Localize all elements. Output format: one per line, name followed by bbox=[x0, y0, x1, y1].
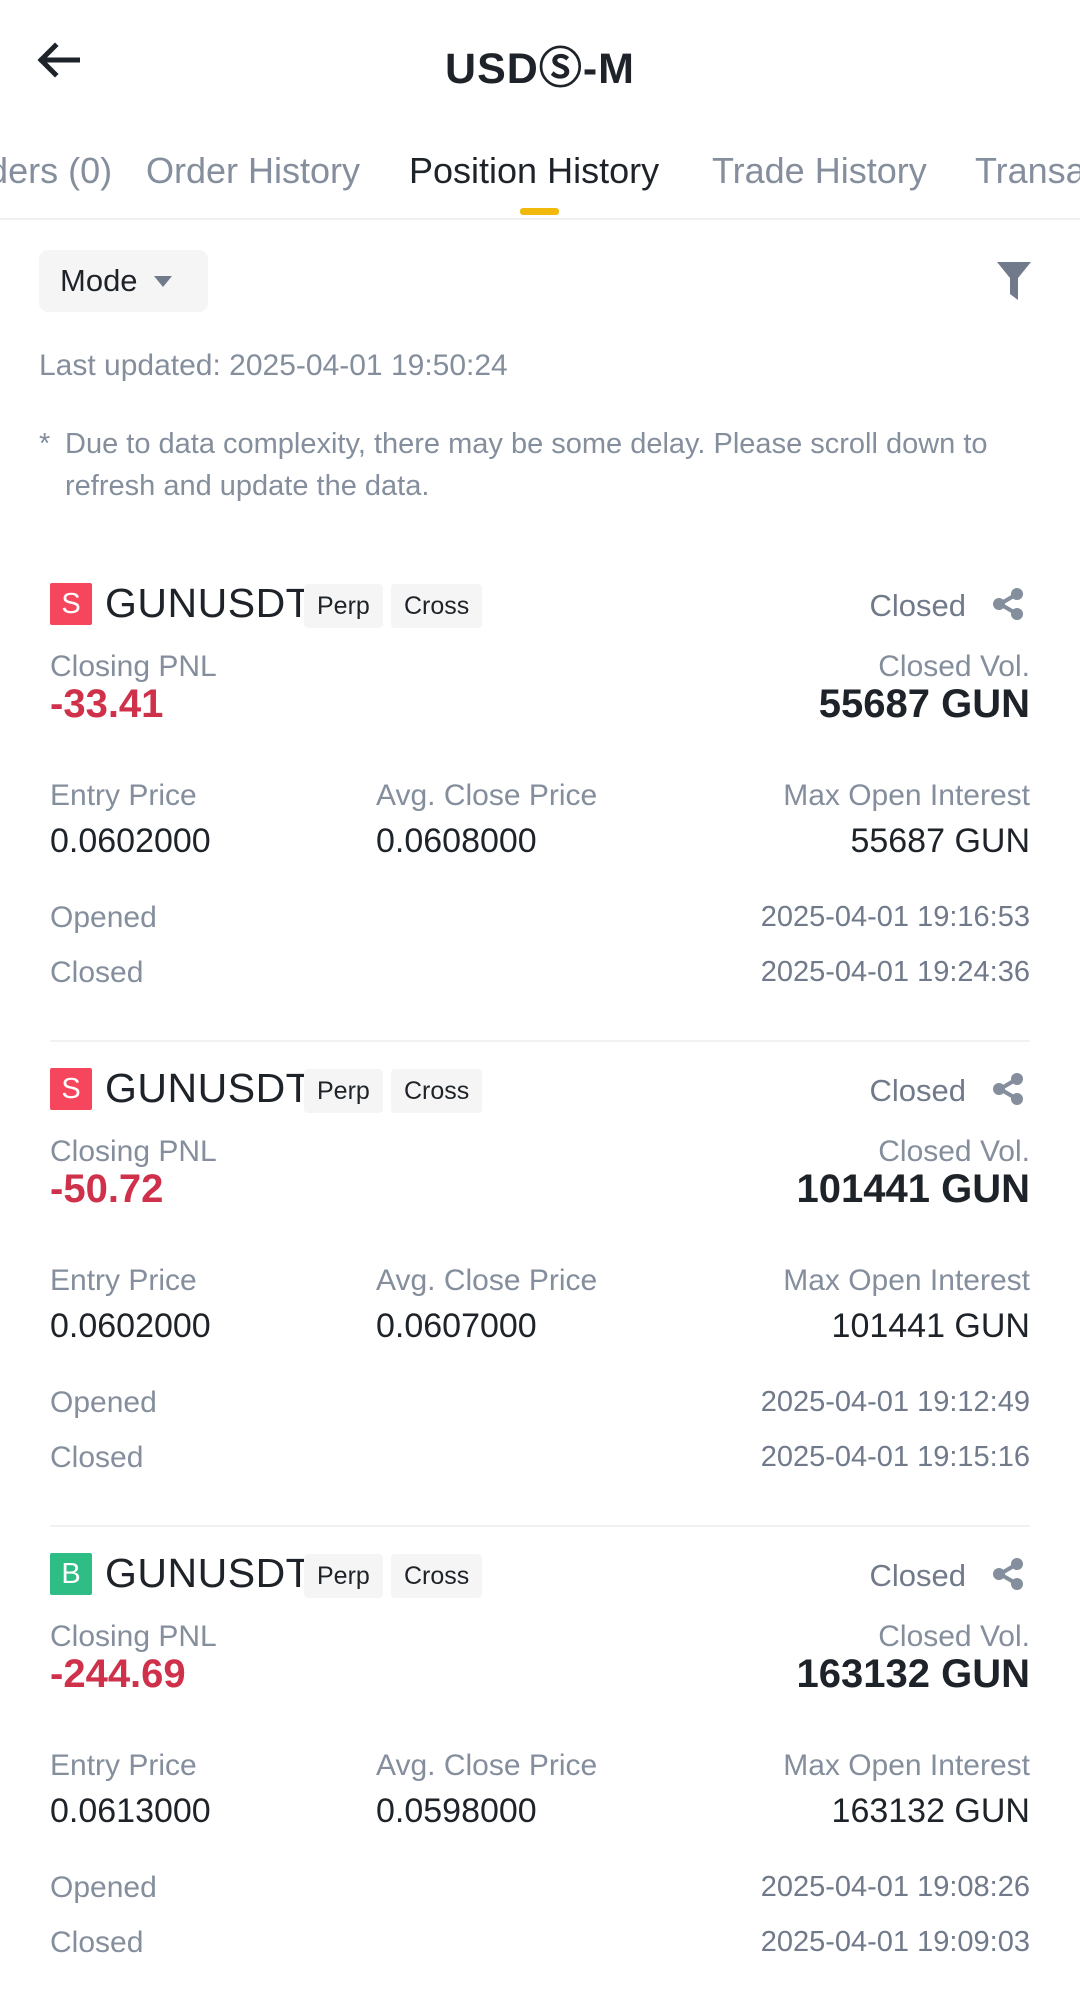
avg-close-price-value: 0.0598000 bbox=[376, 1792, 537, 1830]
avg-close-price-label: Avg. Close Price bbox=[376, 779, 598, 812]
closed-vol-label: Closed Vol. bbox=[878, 1620, 1030, 1653]
position-symbol: GUNUSDT bbox=[105, 1550, 312, 1596]
tag-cross: Cross bbox=[391, 584, 483, 628]
max-open-interest-value: 55687 GUN bbox=[850, 822, 1030, 860]
closed-vol-label: Closed Vol. bbox=[878, 1135, 1030, 1168]
tag-cross: Cross bbox=[391, 1069, 483, 1113]
toolbar: Mode bbox=[0, 220, 1080, 320]
opened-time: 2025-04-01 19:12:49 bbox=[760, 1386, 1030, 1418]
share-icon bbox=[993, 588, 1023, 620]
card-divider bbox=[50, 1525, 1030, 1527]
side-badge-short: S bbox=[50, 583, 92, 625]
entry-price-value: 0.0602000 bbox=[50, 822, 211, 860]
closed-time: 2025-04-01 19:24:36 bbox=[760, 956, 1030, 988]
closed-label: Closed bbox=[50, 1926, 144, 1959]
max-open-interest-label: Max Open Interest bbox=[783, 1264, 1030, 1297]
closing-pnl-label: Closing PNL bbox=[50, 1620, 217, 1653]
closing-pnl-value: -33.41 bbox=[50, 682, 164, 726]
closed-time: 2025-04-01 19:09:03 bbox=[760, 1926, 1030, 1958]
avg-close-price-label: Avg. Close Price bbox=[376, 1264, 598, 1297]
entry-price-label: Entry Price bbox=[50, 1749, 197, 1782]
data-delay-notice: * Due to data complexity, there may be s… bbox=[39, 423, 999, 507]
opened-time: 2025-04-01 19:08:26 bbox=[760, 1871, 1030, 1903]
share-button[interactable] bbox=[990, 1556, 1026, 1592]
tag-perp: Perp bbox=[304, 1554, 383, 1598]
filter-icon bbox=[997, 262, 1031, 300]
notice-asterisk: * bbox=[39, 428, 51, 460]
active-tab-indicator bbox=[520, 208, 559, 215]
avg-close-price-value: 0.0608000 bbox=[376, 822, 537, 860]
side-badge-short: S bbox=[50, 1068, 92, 1110]
closing-pnl-value: -244.69 bbox=[50, 1652, 186, 1696]
share-button[interactable] bbox=[990, 1071, 1026, 1107]
max-open-interest-label: Max Open Interest bbox=[783, 779, 1030, 812]
closing-pnl-label: Closing PNL bbox=[50, 650, 217, 683]
closed-vol-value: 55687 GUN bbox=[818, 682, 1030, 726]
entry-price-value: 0.0613000 bbox=[50, 1792, 211, 1830]
share-button[interactable] bbox=[990, 586, 1026, 622]
max-open-interest-value: 101441 GUN bbox=[831, 1307, 1030, 1345]
position-card[interactable]: S GUNUSDT Perp Cross Closed Closing PNL … bbox=[50, 568, 1030, 1042]
entry-price-value: 0.0602000 bbox=[50, 1307, 211, 1345]
share-icon bbox=[993, 1558, 1023, 1590]
closed-vol-value: 101441 GUN bbox=[796, 1167, 1030, 1211]
position-status: Closed bbox=[869, 588, 967, 623]
closed-label: Closed bbox=[50, 956, 144, 989]
opened-label: Opened bbox=[50, 1871, 157, 1904]
max-open-interest-value: 163132 GUN bbox=[831, 1792, 1030, 1830]
position-status: Closed bbox=[869, 1558, 967, 1593]
tab-trade-history[interactable]: Trade History bbox=[712, 150, 927, 192]
tab-bar: Open Orders (0) Order History Position H… bbox=[0, 120, 1080, 220]
side-badge-long: B bbox=[50, 1553, 92, 1595]
page-title: USDⓈ-M bbox=[445, 45, 635, 93]
position-card[interactable]: B GUNUSDT Perp Cross Closed Closing PNL … bbox=[50, 1538, 1030, 2008]
entry-price-label: Entry Price bbox=[50, 779, 197, 812]
avg-close-price-label: Avg. Close Price bbox=[376, 1749, 598, 1782]
filter-button[interactable] bbox=[995, 258, 1033, 304]
closed-time: 2025-04-01 19:15:16 bbox=[760, 1441, 1030, 1473]
closed-vol-label: Closed Vol. bbox=[878, 650, 1030, 683]
closed-label: Closed bbox=[50, 1441, 144, 1474]
share-icon bbox=[993, 1073, 1023, 1105]
tab-transaction-history[interactable]: Transaction History bbox=[975, 150, 1080, 192]
opened-label: Opened bbox=[50, 1386, 157, 1419]
mode-dropdown[interactable]: Mode bbox=[39, 250, 208, 312]
app-header: USDⓈ-M bbox=[0, 0, 1080, 120]
max-open-interest-label: Max Open Interest bbox=[783, 1749, 1030, 1782]
position-status: Closed bbox=[869, 1073, 967, 1108]
tag-perp: Perp bbox=[304, 584, 383, 628]
position-card[interactable]: S GUNUSDT Perp Cross Closed Closing PNL … bbox=[50, 1053, 1030, 1527]
last-updated: Last updated: 2025-04-01 19:50:24 bbox=[39, 349, 508, 382]
mode-label: Mode bbox=[60, 263, 138, 298]
avg-close-price-value: 0.0607000 bbox=[376, 1307, 537, 1345]
tag-perp: Perp bbox=[304, 1069, 383, 1113]
entry-price-label: Entry Price bbox=[50, 1264, 197, 1297]
opened-time: 2025-04-01 19:16:53 bbox=[760, 901, 1030, 933]
card-divider bbox=[50, 1040, 1030, 1042]
position-symbol: GUNUSDT bbox=[105, 1065, 312, 1111]
opened-label: Opened bbox=[50, 901, 157, 934]
notice-text: Due to data complexity, there may be som… bbox=[65, 428, 988, 502]
tab-order-history[interactable]: Order History bbox=[146, 150, 360, 192]
closing-pnl-value: -50.72 bbox=[50, 1167, 164, 1211]
tab-open-orders[interactable]: Open Orders (0) bbox=[0, 150, 112, 192]
tag-cross: Cross bbox=[391, 1554, 483, 1598]
position-symbol: GUNUSDT bbox=[105, 580, 312, 626]
closed-vol-value: 163132 GUN bbox=[796, 1652, 1030, 1696]
caret-down-icon bbox=[153, 275, 172, 287]
tab-position-history[interactable]: Position History bbox=[409, 150, 659, 192]
closing-pnl-label: Closing PNL bbox=[50, 1135, 217, 1168]
